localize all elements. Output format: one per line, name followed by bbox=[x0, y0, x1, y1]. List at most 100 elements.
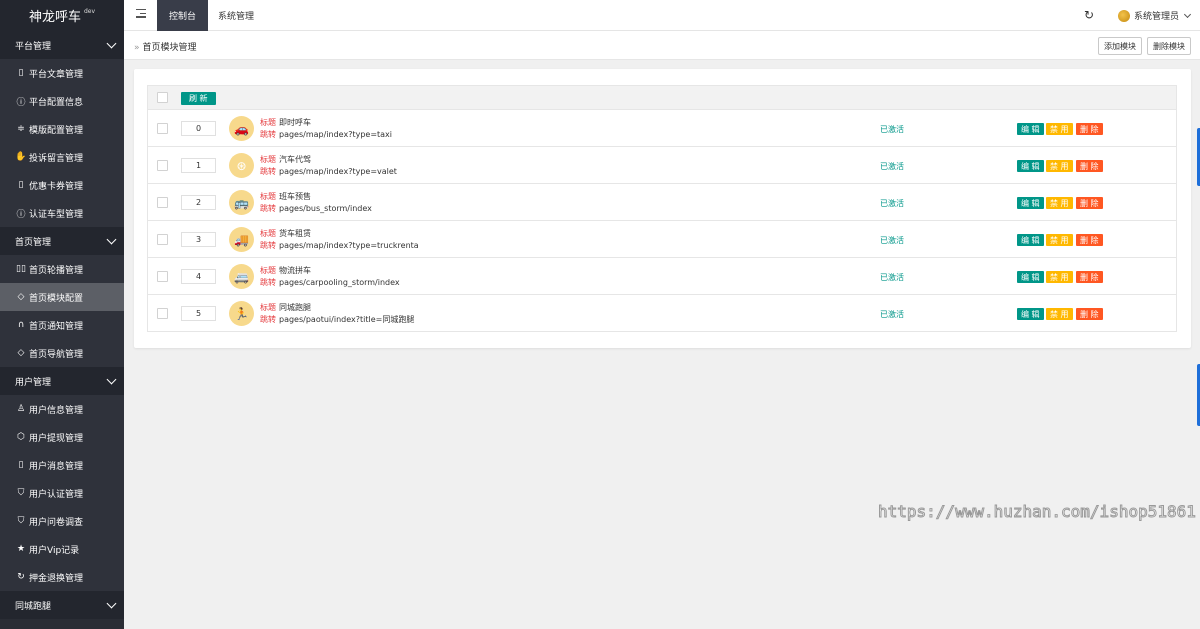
sidebar-item[interactable]: ◇ 首页模块配置 bbox=[0, 283, 124, 311]
document-icon: ▯ bbox=[18, 68, 24, 78]
sidebar-item[interactable]: ⛉ 用户认证管理 bbox=[0, 479, 124, 507]
edit-button[interactable]: 编 辑 bbox=[1017, 234, 1044, 246]
sort-input[interactable]: 2 bbox=[181, 195, 216, 210]
status-badge: 已激活 bbox=[880, 273, 904, 282]
sidebar-group[interactable]: 平台管理 bbox=[0, 31, 124, 59]
module-table: 刷 新 0 🚗 标题 即时呼车 跳转 pages/map/index?type=taxi 已… bbox=[147, 85, 1177, 332]
sidebar: 神龙呼车 dev 平台管理 ▯ 平台文章管理 ⓘ 平台配置信息 ≑ 模版配置管理 ✋ 投诉留言管理… bbox=[0, 0, 124, 629]
tab-console[interactable]: 控制台 bbox=[157, 0, 209, 31]
tab-system[interactable]: 系统管理 bbox=[206, 0, 266, 31]
edit-button[interactable]: 编 辑 bbox=[1017, 160, 1044, 172]
sidebar-item[interactable]: ◇ 首页导航管理 bbox=[0, 339, 124, 367]
sidebar-item[interactable]: ≑ 模版配置管理 bbox=[0, 115, 124, 143]
disable-button[interactable]: 禁 用 bbox=[1046, 271, 1073, 283]
row-checkbox[interactable] bbox=[157, 197, 168, 208]
sidebar-item-label: 首页导航管理 bbox=[29, 349, 84, 360]
sidebar-item[interactable]: ∩ 首页通知管理 bbox=[0, 311, 124, 339]
steering-wheel-icon: ⊛ bbox=[229, 153, 254, 178]
sort-input[interactable]: 5 bbox=[181, 306, 216, 321]
sidebar-group-label: 首页管理 bbox=[15, 237, 52, 248]
sidebar-item-label: 押金退换管理 bbox=[29, 573, 84, 584]
sidebar-item-label: 用户认证管理 bbox=[29, 489, 84, 500]
select-all-checkbox[interactable] bbox=[157, 92, 168, 103]
sidebar-item-label: 用户信息管理 bbox=[29, 405, 84, 416]
table-row: 3 🚚 标题 货车租赁 跳转 pages/map/index?type=truckrent… bbox=[147, 221, 1177, 258]
refresh-button[interactable]: 刷 新 bbox=[181, 92, 216, 105]
sort-input[interactable]: 0 bbox=[181, 121, 216, 136]
table-header: 刷 新 bbox=[147, 85, 1177, 110]
edit-button[interactable]: 编 辑 bbox=[1017, 271, 1044, 283]
menu-toggle-icon[interactable] bbox=[136, 9, 146, 21]
sidebar-item-label: 投诉留言管理 bbox=[29, 153, 84, 164]
delete-button[interactable]: 删 除 bbox=[1076, 308, 1103, 320]
delete-button[interactable]: 删 除 bbox=[1076, 160, 1103, 172]
delete-button[interactable]: 删 除 bbox=[1076, 197, 1103, 209]
module-card: 刷 新 0 🚗 标题 即时呼车 跳转 pages/map/index?type=taxi 已… bbox=[134, 69, 1191, 348]
module-title: 物流拼车 bbox=[279, 266, 311, 275]
add-module-button[interactable]: 添加模块 bbox=[1098, 37, 1142, 55]
sidebar-item-label: 用户消息管理 bbox=[29, 461, 84, 472]
user-icon: ♙ bbox=[16, 404, 26, 414]
row-checkbox[interactable] bbox=[157, 123, 168, 134]
runner-icon: 🏃 bbox=[229, 301, 254, 326]
sidebar-item[interactable]: ▯ 用户消息管理 bbox=[0, 451, 124, 479]
sidebar-item-label: 模版配置管理 bbox=[29, 125, 84, 136]
sidebar-item[interactable]: ✋ 投诉留言管理 bbox=[0, 143, 124, 171]
sidebar-group[interactable]: 用户管理 bbox=[0, 367, 124, 395]
disable-button[interactable]: 禁 用 bbox=[1046, 123, 1073, 135]
sidebar-item-label: 首页模块配置 bbox=[29, 293, 84, 304]
sidebar-item-label: 平台配置信息 bbox=[29, 97, 84, 108]
sidebar-item[interactable]: ⓘ 平台配置信息 bbox=[0, 87, 124, 115]
delete-button[interactable]: 删 除 bbox=[1076, 123, 1103, 135]
brand-logo[interactable]: 神龙呼车 dev bbox=[0, 0, 124, 31]
sidebar-item[interactable]: ▯ 平台文章管理 bbox=[0, 59, 124, 87]
sidebar-item[interactable]: ♙ 用户信息管理 bbox=[0, 395, 124, 423]
sidebar-item[interactable]: ⓘ 认证车型管理 bbox=[0, 199, 124, 227]
sidebar-item[interactable]: ↻ 押金退换管理 bbox=[0, 563, 124, 591]
title-label: 标题 bbox=[260, 118, 276, 127]
disable-button[interactable]: 禁 用 bbox=[1046, 308, 1073, 320]
sidebar-group[interactable]: 首页管理 bbox=[0, 227, 124, 255]
sidebar-item-label: 优惠卡券管理 bbox=[29, 181, 84, 192]
breadcrumb-separator-icon: » bbox=[134, 43, 140, 53]
module-title: 汽车代驾 bbox=[279, 155, 311, 164]
sidebar-group-label: 用户管理 bbox=[15, 377, 52, 388]
sidebar-item[interactable]: ▯ 优惠卡券管理 bbox=[0, 171, 124, 199]
refresh-icon[interactable]: ↻ bbox=[1084, 8, 1094, 22]
disable-button[interactable]: 禁 用 bbox=[1046, 197, 1073, 209]
row-checkbox[interactable] bbox=[157, 271, 168, 282]
edit-button[interactable]: 编 辑 bbox=[1017, 197, 1044, 209]
brand-title: 神龙呼车 bbox=[28, 10, 81, 25]
sidebar-group[interactable]: 同城跑腿 bbox=[0, 591, 124, 619]
user-menu[interactable]: 系统管理员 bbox=[1118, 9, 1192, 22]
document-icon: ▯ bbox=[18, 180, 24, 190]
module-title: 货车租赁 bbox=[279, 229, 311, 238]
sidebar-item[interactable]: ⛉ 用户问卷调查 bbox=[0, 507, 124, 535]
edit-button[interactable]: 编 辑 bbox=[1017, 123, 1044, 135]
link-label: 跳转 bbox=[260, 241, 276, 250]
chevron-down-icon bbox=[106, 374, 117, 384]
env-badge: dev bbox=[83, 8, 96, 15]
carousel-icon: ▯▯ bbox=[16, 264, 26, 274]
bus-icon: 🚌 bbox=[229, 190, 254, 215]
sidebar-item[interactable]: ⬡ 用户提现管理 bbox=[0, 423, 124, 451]
link-label: 跳转 bbox=[260, 278, 276, 287]
sidebar-item[interactable]: ▯▯ 首页轮播管理 bbox=[0, 255, 124, 283]
breadcrumb-current: 首页模块管理 bbox=[142, 43, 197, 53]
sort-input[interactable]: 3 bbox=[181, 232, 216, 247]
disable-button[interactable]: 禁 用 bbox=[1046, 160, 1073, 172]
delete-button[interactable]: 删 除 bbox=[1076, 271, 1103, 283]
title-label: 标题 bbox=[260, 155, 276, 164]
delete-button[interactable]: 删 除 bbox=[1076, 234, 1103, 246]
delete-module-button[interactable]: 删除模块 bbox=[1147, 37, 1191, 55]
row-checkbox[interactable] bbox=[157, 160, 168, 171]
disable-button[interactable]: 禁 用 bbox=[1046, 234, 1073, 246]
edit-button[interactable]: 编 辑 bbox=[1017, 308, 1044, 320]
headset-icon: ∩ bbox=[17, 320, 25, 330]
row-checkbox[interactable] bbox=[157, 234, 168, 245]
module-info: 标题 汽车代驾 跳转 pages/map/index?type=valet bbox=[260, 154, 397, 178]
sort-input[interactable]: 1 bbox=[181, 158, 216, 173]
sort-input[interactable]: 4 bbox=[181, 269, 216, 284]
sidebar-item[interactable]: ★ 用户Vip记录 bbox=[0, 535, 124, 563]
row-checkbox[interactable] bbox=[157, 308, 168, 319]
